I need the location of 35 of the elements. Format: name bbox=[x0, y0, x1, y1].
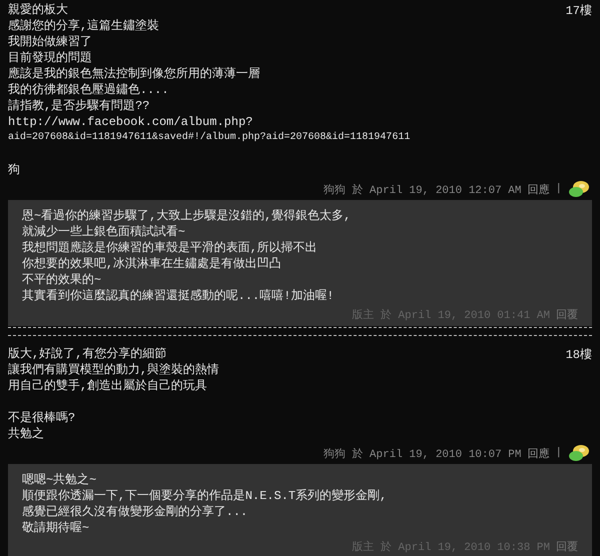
reply-text: 你想要的效果吧,冰淇淋車在生鏽處是有做出凹凸 bbox=[22, 256, 282, 272]
reply-text: 恩~看過你的練習步驟了,大致上步驟是沒錯的,覺得銀色太多, bbox=[22, 208, 352, 224]
reply-text: 不平的效果的~ bbox=[22, 272, 102, 288]
comment-text: 親愛的板大 bbox=[8, 2, 69, 18]
comment-text: 感謝您的分享,這篇生鏽塗裝 bbox=[8, 18, 160, 34]
separator-text: | bbox=[555, 183, 562, 195]
reply-text: 我想問題應該是你練習的車殼是平滑的表面,所以掃不出 bbox=[22, 240, 318, 256]
separator-text: | bbox=[555, 447, 562, 459]
reply-link[interactable]: 回應 bbox=[527, 446, 550, 460]
emoticon-icon bbox=[568, 180, 590, 198]
floor-number: 18樓 bbox=[566, 347, 592, 364]
comment-text: aid=207608&id=1181947611&saved#!/album.php?aid=207608&id=1181947611 bbox=[8, 130, 410, 145]
reply-text: 感覺已經很久沒有做變形金剛的分享了... bbox=[22, 504, 249, 520]
post-meta: 狗狗 於 April 19, 2010 10:07 PM bbox=[323, 447, 522, 460]
comment-text: 請指教,是否步驟有問題?? bbox=[8, 98, 151, 114]
comment-text: 讓我們有購買模型的動力,與塗裝的熱情 bbox=[8, 362, 220, 378]
comment-text: 我開始做練習了 bbox=[8, 34, 93, 50]
floor-number: 17樓 bbox=[566, 3, 592, 20]
reply-text: 嗯嗯~共勉之~ bbox=[22, 472, 98, 488]
post-meta: 狗狗 於 April 19, 2010 12:07 AM bbox=[323, 183, 522, 196]
comment-text: 不是很棒嗎? bbox=[8, 410, 76, 426]
comment-text: 我的彷彿都銀色壓過鏽色.... bbox=[8, 82, 170, 98]
reply-text: 就減少一些上銀色面積試試看~ bbox=[22, 224, 186, 240]
comment-text: 共勉之 bbox=[8, 426, 45, 442]
reply-text: 其實看到你這麼認真的練習還挺感動的呢...嘻嘻!加油喔! bbox=[22, 288, 336, 304]
emoticon-icon bbox=[568, 444, 590, 462]
comment-text: http://www.facebook.com/album.php? bbox=[8, 114, 254, 130]
comment-text: 版大,好說了,有您分享的細節 bbox=[8, 346, 168, 362]
comment-text: 用自己的雙手,創造出屬於自己的玩具 bbox=[8, 378, 208, 394]
reply-link[interactable]: 回應 bbox=[527, 182, 550, 196]
reply-text: 敬請期待喔~ bbox=[22, 520, 90, 536]
comment-text: 目前發現的問題 bbox=[8, 50, 93, 66]
comment-text: 狗 bbox=[8, 162, 21, 178]
comment-text: 應該是我的銀色無法控制到像您所用的薄薄一層 bbox=[8, 66, 261, 82]
reply-text: 順便跟你透漏一下,下一個要分享的作品是N.E.S.T系列的變形金剛, bbox=[22, 488, 388, 504]
